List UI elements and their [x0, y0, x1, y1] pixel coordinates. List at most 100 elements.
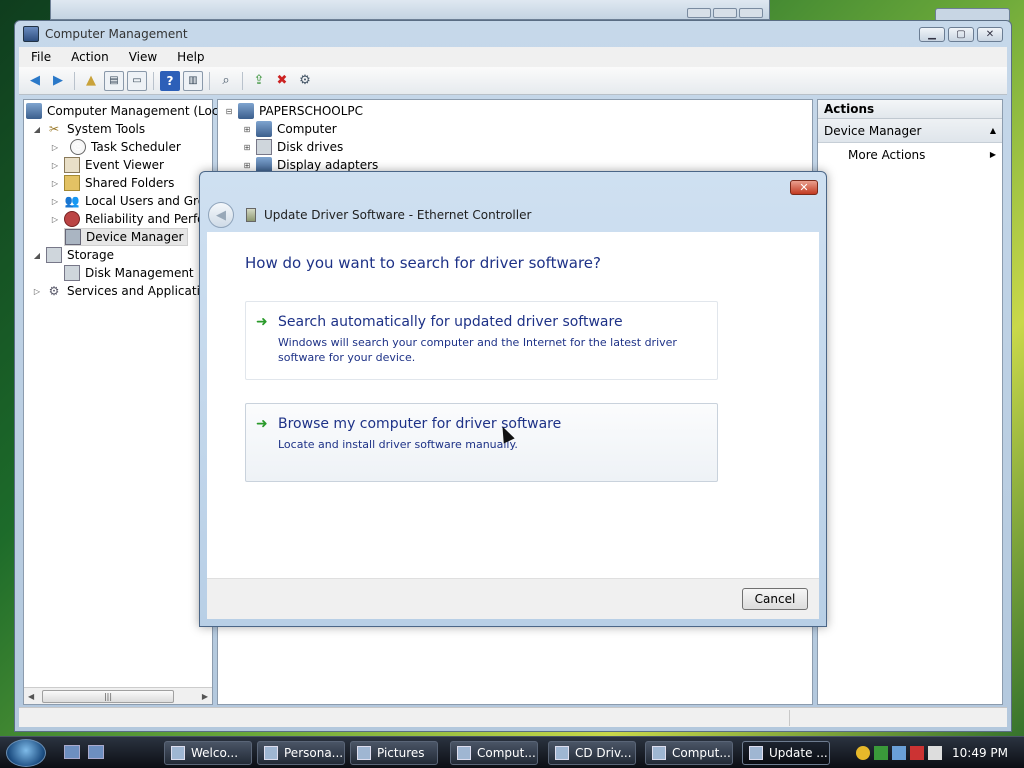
menu-action[interactable]: Action: [71, 50, 109, 64]
device-label: Disk drives: [277, 140, 344, 154]
taskbar-item[interactable]: Comput...: [645, 741, 733, 765]
storage-icon: [46, 247, 62, 263]
network-adapter-icon: [246, 208, 256, 222]
actions-pane: Actions Device Manager ▲ More Actions ▶: [817, 99, 1003, 705]
clock[interactable]: 10:49 PM: [952, 746, 1008, 760]
taskbar-item[interactable]: CD Driv...: [548, 741, 636, 765]
uninstall-icon[interactable]: ✖: [272, 71, 292, 91]
tree-label: Shared Folders: [85, 176, 175, 190]
start-button[interactable]: [6, 739, 46, 767]
search-automatically-option[interactable]: ➜ Search automatically for updated drive…: [245, 301, 718, 380]
taskbar-item-label: Comput...: [672, 746, 731, 760]
collapse-icon[interactable]: ◢: [32, 251, 42, 260]
scroll-left-icon[interactable]: ◀: [28, 692, 34, 701]
maximize-button[interactable]: ▢: [948, 27, 974, 42]
personalize-icon: [264, 746, 278, 760]
tree-item-task-scheduler[interactable]: ▷ ◷ Task Scheduler: [50, 138, 181, 156]
performance-icon: [64, 211, 80, 227]
taskbar-item[interactable]: Comput...: [450, 741, 538, 765]
title-bar: Computer Management: [15, 21, 1011, 47]
window-title: Computer Management: [45, 27, 188, 41]
menu-view[interactable]: View: [129, 50, 157, 64]
collapse-icon[interactable]: ⊟: [224, 107, 234, 116]
close-button[interactable]: ✕: [977, 27, 1003, 42]
up-folder-icon[interactable]: ▲: [81, 71, 101, 91]
dialog-body: How do you want to search for driver sof…: [207, 232, 819, 578]
taskbar-item-active[interactable]: Update ...: [742, 741, 830, 765]
taskbar: Welco... Persona... Pictures Comput... C…: [0, 736, 1024, 768]
horizontal-scrollbar[interactable]: ◀ ||| ▶: [24, 687, 212, 704]
users-icon: 👥: [64, 194, 80, 208]
window-controls: ▁ ▢ ✕: [919, 27, 1003, 42]
menu-help[interactable]: Help: [177, 50, 204, 64]
expand-icon[interactable]: ⊞: [242, 125, 252, 134]
tree-label: Disk Management: [85, 266, 194, 280]
scan-hardware-icon[interactable]: ⌕: [216, 71, 236, 91]
update-icon[interactable]: [892, 746, 906, 760]
scroll-thumb[interactable]: |||: [42, 690, 174, 703]
back-arrow-icon[interactable]: ◀: [25, 71, 45, 91]
switch-windows-icon[interactable]: [88, 745, 104, 759]
show-hide-tree-icon[interactable]: ▤: [104, 70, 124, 91]
security-shield-icon[interactable]: [856, 746, 870, 760]
tree-item-event-viewer[interactable]: ▷ Event Viewer: [50, 156, 164, 174]
device-label: Computer: [277, 122, 337, 136]
dialog-close-button[interactable]: ✕: [790, 180, 818, 195]
taskbar-item[interactable]: Welco...: [164, 741, 252, 765]
tree-item-device-manager[interactable]: Device Manager: [64, 228, 189, 246]
back-button[interactable]: ◀: [208, 202, 234, 228]
device-root[interactable]: ⊟ PAPERSCHOOLPC: [224, 102, 363, 120]
toolbar: ◀ ▶ ▲ ▤ ▭ ? ▥ ⌕ ⇪ ✖ ⚙: [19, 67, 1007, 95]
browse-computer-option[interactable]: ➜ Browse my computer for driver software…: [245, 403, 718, 482]
network-icon[interactable]: [874, 746, 888, 760]
volume-icon[interactable]: [928, 746, 942, 760]
green-arrow-icon: ➜: [256, 314, 268, 330]
minimize-button[interactable]: ▁: [919, 27, 945, 42]
device-category[interactable]: ⊞ Disk drives: [242, 138, 343, 156]
toolbar-separator: [242, 71, 243, 90]
expand-icon[interactable]: ⊞: [242, 143, 252, 152]
tree-item-disk-management[interactable]: Disk Management: [64, 264, 194, 282]
tree-item-reliability[interactable]: ▷ Reliability and Perform: [50, 210, 221, 228]
taskbar-item[interactable]: Persona...: [257, 741, 345, 765]
dialog-title: Update Driver Software - Ethernet Contro…: [264, 208, 532, 222]
show-action-pane-icon[interactable]: ▥: [183, 70, 203, 91]
expand-icon[interactable]: ▷: [50, 161, 60, 170]
tree-item-root[interactable]: Computer Management (Local: [26, 102, 229, 120]
taskbar-item[interactable]: Pictures: [350, 741, 438, 765]
actions-section-device-manager[interactable]: Device Manager ▲: [818, 119, 1002, 143]
computer-icon: [256, 121, 272, 137]
dialog-question: How do you want to search for driver sof…: [245, 254, 601, 272]
expand-icon[interactable]: ⊞: [242, 161, 252, 170]
status-divider: [789, 710, 790, 726]
tree-item-system-tools[interactable]: ◢ ✂ System Tools: [32, 120, 145, 138]
tree-item-storage[interactable]: ◢ Storage: [32, 246, 114, 264]
help-icon[interactable]: ?: [160, 70, 180, 91]
expand-icon[interactable]: ▷: [50, 179, 60, 188]
more-actions-item[interactable]: More Actions ▶: [818, 143, 1002, 167]
expand-icon[interactable]: ▷: [50, 197, 60, 206]
taskbar-item-label: Persona...: [284, 746, 344, 760]
expand-icon[interactable]: ▷: [32, 287, 42, 296]
expand-icon[interactable]: ▷: [50, 215, 60, 224]
cancel-button[interactable]: Cancel: [742, 588, 808, 610]
show-desktop-icon[interactable]: [64, 745, 80, 759]
tree-item-local-users[interactable]: ▷ 👥 Local Users and Group: [50, 192, 220, 210]
forward-arrow-icon[interactable]: ▶: [48, 71, 68, 91]
scroll-right-icon[interactable]: ▶: [202, 692, 208, 701]
taskbar-item-label: CD Driv...: [575, 746, 632, 760]
menu-file[interactable]: File: [31, 50, 51, 64]
expand-icon[interactable]: ▷: [50, 143, 60, 152]
collapse-caret-icon[interactable]: ▲: [990, 119, 996, 143]
disk-management-icon: [64, 265, 80, 281]
device-category[interactable]: ⊞ Computer: [242, 120, 337, 138]
tree-item-services[interactable]: ▷ ⚙ Services and Applications: [32, 282, 221, 300]
device-root-label: PAPERSCHOOLPC: [259, 104, 364, 118]
network-disconnected-icon[interactable]: [910, 746, 924, 760]
update-driver-icon[interactable]: ⇪: [249, 71, 269, 91]
collapse-icon[interactable]: ◢: [32, 125, 42, 134]
tree-item-shared-folders[interactable]: ▷ Shared Folders: [50, 174, 174, 192]
enable-device-icon[interactable]: ⚙: [295, 71, 315, 91]
properties-icon[interactable]: ▭: [127, 70, 147, 91]
option-description: Locate and install driver software manua…: [278, 438, 518, 451]
